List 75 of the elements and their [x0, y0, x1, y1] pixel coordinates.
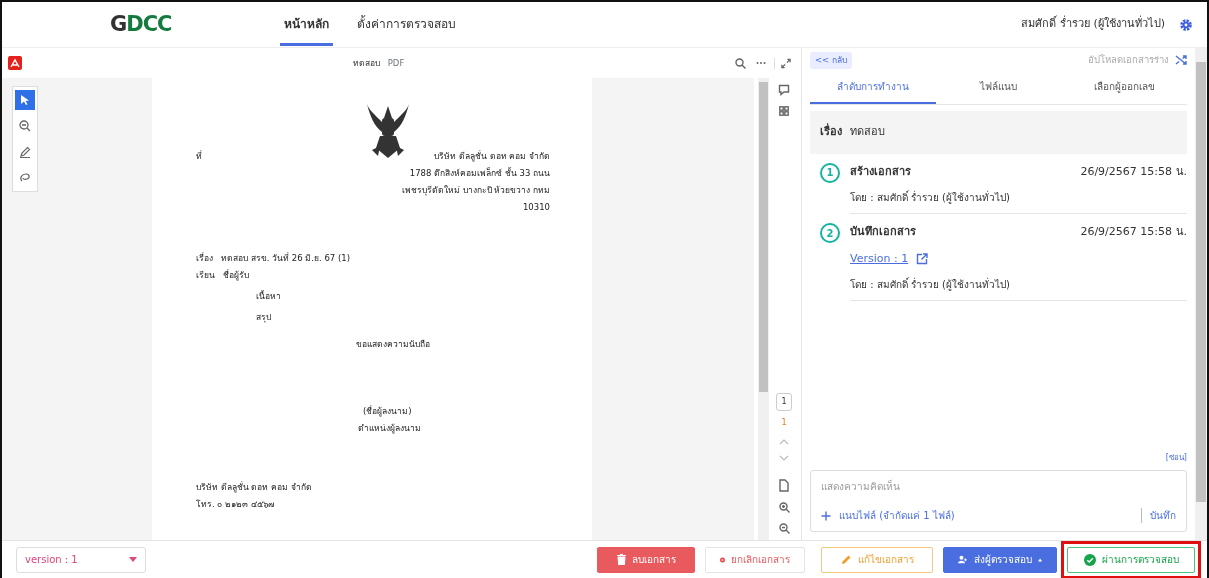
back-button[interactable]: << กลับ: [810, 52, 852, 69]
expand-icon[interactable]: [774, 57, 791, 69]
scrollbar[interactable]: [1195, 48, 1207, 540]
comment-icon[interactable]: [778, 84, 790, 96]
step-time: 26/9/2567 15:58 น.: [1080, 224, 1187, 241]
hide-link[interactable]: [ซ่อน]: [1165, 452, 1187, 464]
pen-icon[interactable]: [19, 146, 31, 158]
address-line: 10310: [521, 201, 550, 214]
step-author: โดย : สมศักดิ์ ร่ำรวย (ผู้ใช้งานทั่วไป): [850, 190, 1011, 206]
search-icon[interactable]: [735, 57, 746, 69]
check-circle-icon: [1083, 553, 1096, 566]
user-icon: [958, 554, 968, 565]
page-number-field[interactable]: 1: [776, 393, 792, 411]
closing-text: ขอแสดงความนับถือ: [355, 338, 431, 351]
shuffle-icon[interactable]: [1175, 54, 1187, 67]
subject-label: เรื่อง: [820, 124, 842, 140]
lasso-icon[interactable]: [19, 172, 31, 184]
page-number: 1: [781, 417, 787, 429]
zoom-in-icon[interactable]: [778, 502, 790, 513]
delete-button[interactable]: ลบเอกสาร: [597, 546, 695, 573]
document-icon[interactable]: [778, 479, 790, 492]
caret-icon: [1037, 557, 1042, 562]
tab[interactable]: ลำดับการทำงาน: [810, 74, 936, 104]
logo: GDCC: [110, 10, 173, 38]
version-select[interactable]: version : 1: [16, 546, 146, 573]
subject-text: ทดสอบ สรข. วันที่ 26 มิ.ย. 67 (1): [221, 251, 350, 265]
salutation-label: เรียน: [196, 269, 215, 282]
footer-text: โทร. ๐ ๒๑๒๓ ๔๕๖๗: [196, 498, 275, 511]
footer-text: บริษัท ดีลลูชั่น ดอท คอม จำกัด: [196, 480, 313, 495]
version-link[interactable]: Version : 1: [850, 250, 909, 268]
grid-icon[interactable]: [779, 106, 789, 116]
zoom-out-icon[interactable]: [778, 523, 790, 534]
external-link-icon[interactable]: [916, 253, 929, 265]
approve-button[interactable]: ผ่านการตรวจสอบ: [1067, 546, 1195, 573]
pencil-icon: [840, 554, 852, 565]
reference-label: ที่: [196, 149, 202, 163]
comment-box[interactable]: แสดงความคิดเห็น แนบไฟล์ (จำกัดแค่ 1 ไฟล์) บันทึก: [810, 470, 1187, 532]
comment-placeholder: แสดงความคิดเห็น: [821, 479, 901, 494]
scrollbar[interactable]: [758, 78, 769, 540]
emblem-drawing: [366, 102, 410, 160]
nav-link[interactable]: ตั้งค่าการตรวจสอบ: [353, 3, 460, 46]
pdf-icon: [8, 56, 22, 70]
body-text: เนื้อหา: [255, 289, 282, 303]
nav-link[interactable]: หน้าหลัก: [280, 3, 333, 46]
send-button[interactable]: ส่งผู้ตรวจสอบ: [943, 546, 1057, 573]
plus-icon: [821, 510, 831, 521]
step-number: 1: [820, 162, 840, 183]
pointer-icon[interactable]: [20, 94, 30, 106]
step-number: 2: [820, 223, 840, 244]
more-icon[interactable]: [756, 61, 766, 65]
cancel-button[interactable]: ยกเลิกเอกสาร: [705, 546, 805, 573]
address-line: เพชรบุรีตัดใหม่ บางกะปิ ห้วยขวาง กทม: [401, 184, 550, 198]
save-link[interactable]: บันทึก: [1141, 508, 1176, 523]
signer-position: ตำแหน่งผู้ลงนาม: [357, 422, 422, 436]
step-title: สร้างเอกสาร: [850, 163, 911, 180]
trash-icon: [616, 554, 626, 565]
subject-label: เรื่อง: [196, 251, 213, 265]
subject-text: ทดสอบ: [850, 124, 885, 140]
tab[interactable]: เลือกผู้ออกเลข: [1061, 74, 1187, 104]
signer-name: (ชื่อผู้ลงนาม): [362, 404, 413, 419]
step-author: โดย : สมศักดิ์ ร่ำรวย (ผู้ใช้งานทั่วไป): [850, 277, 1011, 293]
file-type: PDF: [387, 56, 405, 70]
body-text: สรุป: [255, 311, 272, 325]
document-title: ทดสอบ: [352, 56, 380, 70]
settings-icon[interactable]: [1179, 17, 1193, 32]
zoom-icon[interactable]: [19, 120, 31, 132]
recipient-text: ชื่อผู้รับ: [223, 268, 249, 283]
step-title: บันทึกเอกสาร: [850, 224, 916, 241]
tab[interactable]: ไฟล์แนบ: [935, 74, 1062, 104]
user-name[interactable]: สมศักดิ์ ร่ำรวย (ผู้ใช้งานทั่วไป): [1021, 16, 1165, 33]
step-time: 26/9/2567 15:58 น.: [1080, 163, 1187, 180]
address-line: 1788 ตึกสิงห์คอมเพล็กซ์ ชั้น 33 ถนน: [408, 166, 550, 180]
address-line: บริษัท ดีลลูชั่น ดอท คอม จำกัด: [433, 149, 550, 164]
attach-file-link[interactable]: แนบไฟล์ (จำกัดแค่ 1 ไฟล์): [821, 508, 955, 523]
caret-icon: [129, 557, 137, 562]
